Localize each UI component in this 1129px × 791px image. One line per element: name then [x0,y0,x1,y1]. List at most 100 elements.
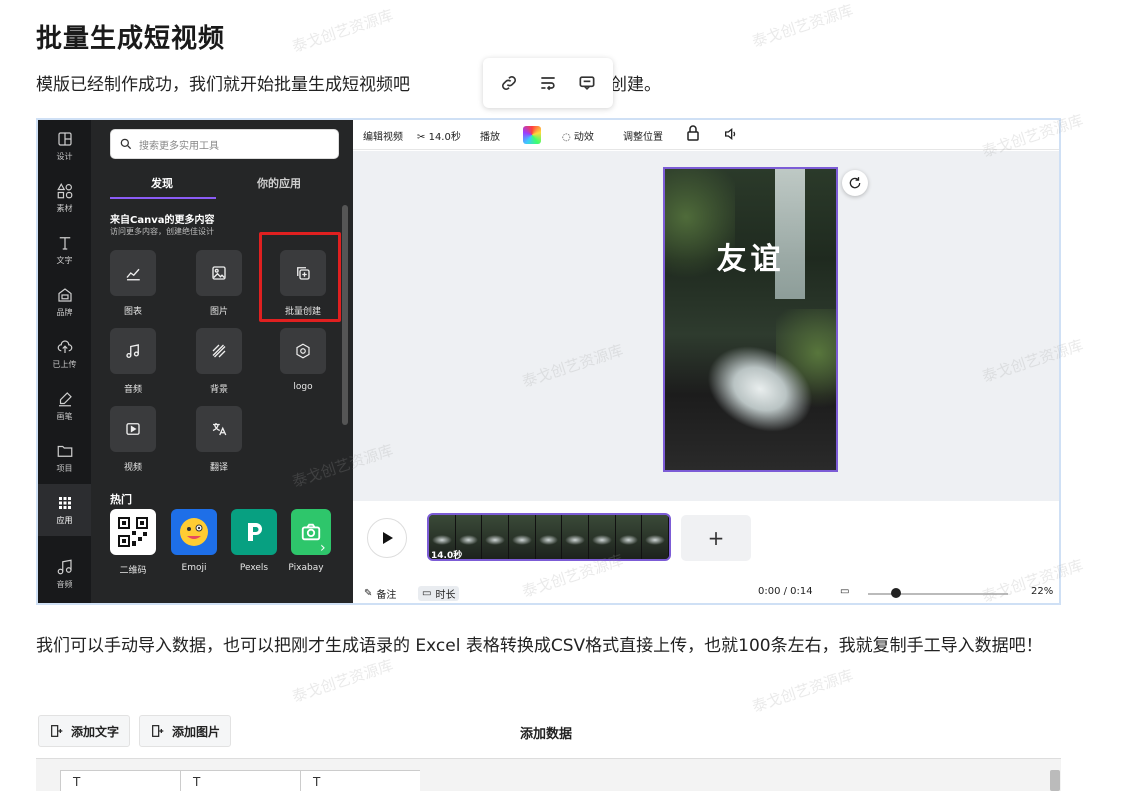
regenerate-button[interactable] [842,170,868,196]
app-label: Pixabay [288,563,324,573]
tool-label: 背景 [209,385,228,395]
rail-item-text[interactable]: 文字 [38,224,91,276]
app-qrcode[interactable] [110,509,156,555]
table-header-cell[interactable]: T [300,770,420,791]
notes-label: 备注 [376,590,397,601]
trim-button[interactable]: ✂ 14.0秒 [417,128,461,143]
add-clip-button[interactable]: + [681,515,751,561]
animate-button[interactable]: ◌ 动效 [562,128,594,143]
tool-image[interactable] [196,250,242,296]
add-text-button[interactable]: 添加文字 [38,715,131,747]
design-poster[interactable]: 友谊 [663,167,838,472]
rail-item-draw[interactable]: 画笔 [38,380,91,432]
table-scrollbar[interactable] [1050,770,1060,791]
editor-screenshot: 设计 素材 文字 品牌 已上传 画笔 项目 应用 音频 搜索更多实用工具 发现 … [36,118,1061,605]
apps-icon [58,497,71,509]
page-title: 批量生成短视频 [36,24,226,54]
tool-logo[interactable] [280,328,326,374]
add-image-label: 添加图片 [172,724,221,739]
search-placeholder: 搜索更多实用工具 [139,140,219,152]
tool-translate[interactable] [196,406,242,452]
table-header-cell[interactable]: T [180,770,300,791]
tool-label: 翻译 [209,463,228,473]
panel-scrollbar[interactable] [342,205,348,425]
search-input[interactable]: 搜索更多实用工具 [110,129,339,159]
paragraph-import: 我们可以手动导入数据，也可以把刚才生成语录的 Excel 表格转换成CSV格式直… [36,636,1043,656]
rail-label: 音频 [56,580,73,589]
page-view-icon[interactable]: ▭ [840,586,849,597]
tool-audio[interactable] [110,328,156,374]
lock-icon[interactable] [686,125,700,144]
add-image-button[interactable]: 添加图片 [139,715,232,747]
rail-item-projects[interactable]: 项目 [38,432,91,484]
comment-icon[interactable] [573,69,601,97]
tab-discover[interactable]: 发现 [151,175,173,191]
image-icon [212,266,226,280]
zoom-slider[interactable] [868,593,1008,595]
watermark: 泰戈创艺资源库 [289,656,396,706]
play-icon [383,532,393,544]
refresh-icon [849,177,861,189]
editor-rail: 设计 素材 文字 品牌 已上传 画笔 项目 应用 音频 [38,120,91,603]
paragraph-intro-left: 模版已经制作成功，我们就开始批量生成短视频吧 [36,75,410,95]
logo-icon [296,343,310,359]
tool-chart[interactable] [110,250,156,296]
add-column-icon [152,725,164,737]
audio-icon [126,344,139,359]
layout-icon [57,132,72,146]
qr-code-icon [118,517,148,547]
highlight-box [259,232,341,322]
time-readout: 0:00 / 0:14 [758,586,813,597]
app-pexels[interactable] [231,509,277,555]
rail-label: 已上传 [52,360,77,369]
notes-button[interactable]: ✎ 备注 [364,586,396,601]
draw-icon [58,392,72,407]
section-subtitle: 访问更多内容，创建绝佳设计 [110,227,214,236]
table-header-cell[interactable]: T [60,770,180,791]
scissors-icon: ✂ [417,132,426,143]
watermark: 泰戈创艺资源库 [289,6,396,56]
timeline-clip[interactable] [427,513,671,561]
rail-label: 设计 [56,152,73,161]
translate-icon [212,423,227,436]
app-emoji[interactable] [171,509,217,555]
folder-icon [57,445,72,457]
volume-icon[interactable] [723,126,739,145]
floating-toolbar [483,58,613,108]
search-icon [120,138,132,150]
app-label: Pexels [239,563,269,573]
zoom-level[interactable]: 22% [1031,586,1053,597]
rail-item-elements[interactable]: 素材 [38,172,91,224]
rail-item-audio[interactable]: 音频 [38,548,91,600]
chart-icon [126,268,140,281]
wrap-text-icon[interactable] [534,69,562,97]
tool-label: logo [293,382,313,392]
rail-item-uploads[interactable]: 已上传 [38,328,91,380]
chevron-right-icon[interactable]: › [320,540,326,556]
rail-label: 项目 [56,464,73,473]
tab-underline [110,197,216,199]
rail-label: 应用 [56,516,73,525]
rail-item-design[interactable]: 设计 [38,120,91,172]
tool-background[interactable] [196,328,242,374]
emoji-icon [180,518,208,546]
rail-item-brand[interactable]: 品牌 [38,276,91,328]
poster-title[interactable]: 友谊 [665,234,836,278]
rail-item-apps[interactable]: 应用 [38,484,91,536]
edit-video-button[interactable]: 编辑视频 [363,128,403,143]
link-icon[interactable] [495,69,523,97]
tool-label: 图片 [209,307,228,317]
zoom-slider-knob[interactable] [891,588,901,598]
play-button[interactable] [367,518,407,558]
tool-label: 音频 [123,385,142,395]
pexels-icon [248,523,262,541]
duration-button[interactable]: ▭ 时长 [418,586,460,601]
position-button[interactable]: 调整位置 [623,128,663,143]
color-picker-icon[interactable] [523,126,541,144]
playback-button[interactable]: 播放 [480,128,500,143]
tool-video[interactable] [110,406,156,452]
tab-your-apps[interactable]: 你的应用 [257,175,301,191]
notes-icon: ✎ [364,588,373,599]
hot-section-title: 热门 [110,493,132,506]
clip-duration: 14.0秒 [431,551,463,561]
